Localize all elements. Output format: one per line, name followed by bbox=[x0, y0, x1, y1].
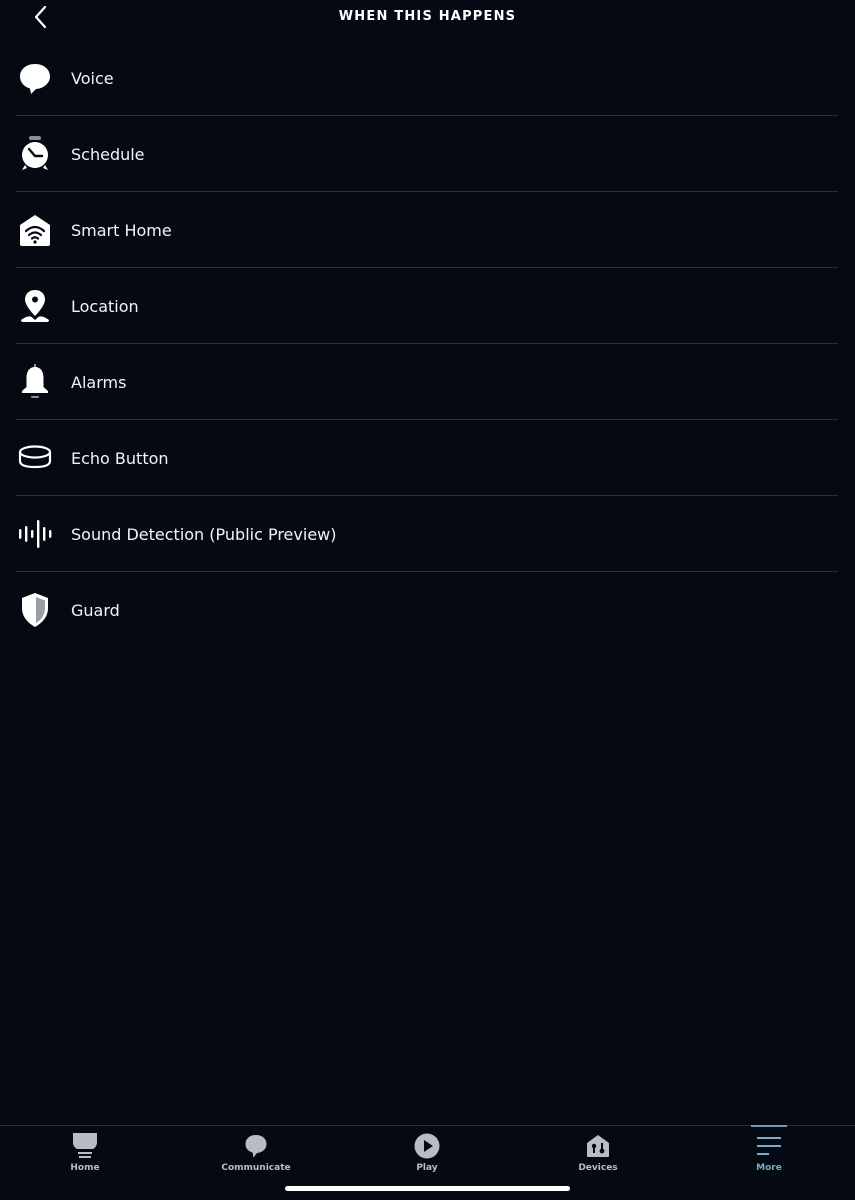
trigger-guard[interactable]: Guard bbox=[0, 572, 855, 648]
trigger-label: Smart Home bbox=[71, 220, 172, 240]
tab-label: Play bbox=[416, 1163, 438, 1173]
trigger-label: Guard bbox=[71, 600, 120, 620]
shield-icon bbox=[15, 590, 55, 630]
smart-home-icon bbox=[15, 210, 55, 250]
trigger-schedule[interactable]: Schedule bbox=[0, 116, 855, 192]
tab-label: Devices bbox=[578, 1163, 618, 1173]
tab-home[interactable]: Home bbox=[25, 1126, 145, 1186]
home-indicator[interactable] bbox=[285, 1186, 570, 1191]
trigger-sound-detection[interactable]: Sound Detection (Public Preview) bbox=[0, 496, 855, 572]
echo-button-icon bbox=[15, 438, 55, 478]
home-icon bbox=[70, 1132, 100, 1160]
trigger-label: Echo Button bbox=[71, 448, 169, 468]
speech-bubble-icon bbox=[241, 1132, 271, 1160]
trigger-label: Alarms bbox=[71, 372, 127, 392]
tab-label: Home bbox=[70, 1163, 100, 1173]
tab-communicate[interactable]: Communicate bbox=[196, 1126, 316, 1186]
alarm-clock-icon bbox=[15, 134, 55, 174]
tab-label: Communicate bbox=[221, 1163, 291, 1173]
trigger-location[interactable]: Location bbox=[0, 268, 855, 344]
trigger-smart-home[interactable]: Smart Home bbox=[0, 192, 855, 268]
page-title: WHEN THIS HAPPENS bbox=[338, 9, 517, 24]
sound-wave-icon bbox=[15, 514, 55, 554]
trigger-label: Sound Detection (Public Preview) bbox=[71, 524, 337, 544]
trigger-voice[interactable]: Voice bbox=[0, 40, 855, 116]
trigger-list: Voice Schedule Smart Home Location Alarm… bbox=[0, 40, 855, 648]
tab-devices[interactable]: Devices bbox=[538, 1126, 658, 1186]
tab-play[interactable]: Play bbox=[367, 1126, 487, 1186]
trigger-label: Voice bbox=[71, 68, 114, 88]
bell-icon bbox=[15, 362, 55, 402]
devices-icon bbox=[583, 1132, 613, 1160]
tab-more[interactable]: More bbox=[709, 1125, 829, 1186]
trigger-alarms[interactable]: Alarms bbox=[0, 344, 855, 420]
tab-label: More bbox=[756, 1163, 782, 1173]
menu-icon bbox=[754, 1132, 784, 1160]
trigger-label: Location bbox=[71, 296, 139, 316]
location-pin-icon bbox=[15, 286, 55, 326]
app-screen: WHEN THIS HAPPENS Voice Schedule Smart H… bbox=[0, 0, 855, 1200]
speech-bubble-icon bbox=[15, 58, 55, 98]
trigger-echo-button[interactable]: Echo Button bbox=[0, 420, 855, 496]
trigger-label: Schedule bbox=[71, 144, 145, 164]
play-icon bbox=[412, 1132, 442, 1160]
header: WHEN THIS HAPPENS bbox=[0, 0, 855, 38]
